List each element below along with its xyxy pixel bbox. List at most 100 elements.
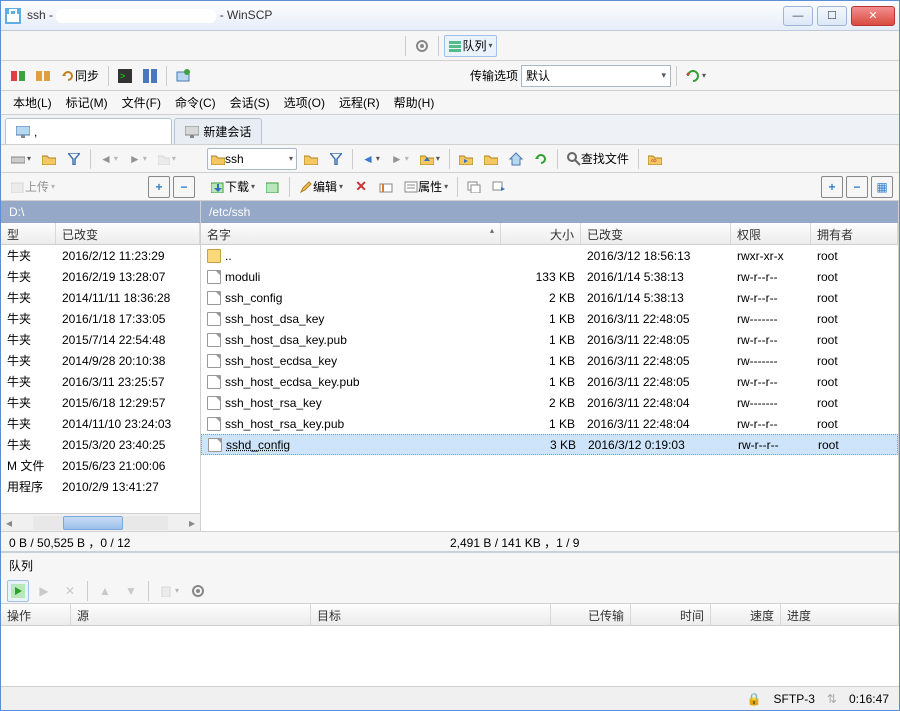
table-row[interactable]: ssh_host_ecdsa_key1 KB2016/3/11 22:48:05… xyxy=(201,350,898,371)
download-queue-icon[interactable] xyxy=(262,176,284,198)
play-icon[interactable]: ▶ xyxy=(33,580,55,602)
col-size[interactable]: 大小 xyxy=(501,223,581,244)
table-row[interactable]: ssh_host_rsa_key.pub1 KB2016/3/11 22:48:… xyxy=(201,413,898,434)
menu-options[interactable]: 选项(O) xyxy=(278,92,331,113)
minus-icon[interactable]: − xyxy=(846,176,868,198)
table-row[interactable]: 用程序2010/2/9 13:41:27 xyxy=(1,476,200,497)
queue-body[interactable] xyxy=(1,626,899,686)
find-files-button[interactable]: 查找文件 xyxy=(563,148,633,170)
filter-icon[interactable] xyxy=(63,148,85,170)
scrollbar-thumb[interactable] xyxy=(63,516,123,530)
forward-icon[interactable]: ►▾ xyxy=(125,148,151,170)
qcol-op[interactable]: 操作 xyxy=(1,604,71,625)
session-tab-active[interactable]: , xyxy=(5,118,172,144)
link-icon[interactable]: ∞ xyxy=(644,148,666,170)
table-row[interactable]: M 文件2015/6/23 21:00:06 xyxy=(1,455,200,476)
new-session-tab[interactable]: 新建会话 xyxy=(174,118,262,144)
table-row[interactable]: 牛夹2016/2/12 11:23:29 xyxy=(1,245,200,266)
qcol-time[interactable]: 时间 xyxy=(631,604,711,625)
transfer-preset-combo[interactable]: 默认 xyxy=(521,65,671,87)
open-folder-icon[interactable] xyxy=(38,148,60,170)
forward-icon[interactable]: ►▾ xyxy=(387,148,413,170)
new-session-icon[interactable] xyxy=(172,65,194,87)
parent-folder-icon[interactable]: ▾ xyxy=(416,148,444,170)
table-row[interactable]: 牛夹2014/9/28 20:10:38 xyxy=(1,350,200,371)
folder-combo[interactable]: ssh ▾ xyxy=(207,148,297,170)
col-changed[interactable]: 已改变 xyxy=(56,223,200,244)
filter-icon[interactable] xyxy=(325,148,347,170)
table-row[interactable]: sshd_config3 KB2016/3/12 0:19:03rw-r--r-… xyxy=(201,434,898,455)
col-changed[interactable]: 已改变 xyxy=(581,223,731,244)
col-rights[interactable]: 权限 xyxy=(731,223,811,244)
menu-commands[interactable]: 命令(C) xyxy=(169,92,222,113)
table-row[interactable]: 牛夹2015/6/18 12:29:57 xyxy=(1,392,200,413)
rename-icon[interactable] xyxy=(375,176,397,198)
menu-help[interactable]: 帮助(H) xyxy=(388,92,441,113)
table-row[interactable]: 牛夹2014/11/11 18:36:28 xyxy=(1,287,200,308)
select-all-icon[interactable]: ▦ xyxy=(871,176,893,198)
bookmark-folder-icon[interactable] xyxy=(480,148,502,170)
gear-icon[interactable] xyxy=(187,580,209,602)
table-row[interactable]: moduli133 KB2016/1/14 5:38:13rw-r--r--ro… xyxy=(201,266,898,287)
close-button[interactable]: ✕ xyxy=(851,6,895,26)
table-row[interactable]: 牛夹2016/1/18 17:33:05 xyxy=(1,308,200,329)
menu-files[interactable]: 文件(F) xyxy=(116,92,167,113)
plus-icon[interactable]: + xyxy=(821,176,843,198)
queue-go-icon[interactable] xyxy=(7,580,29,602)
table-row[interactable]: ssh_host_rsa_key2 KB2016/3/11 22:48:04rw… xyxy=(201,392,898,413)
col-name[interactable]: 名字 xyxy=(201,223,501,244)
move-icon[interactable] xyxy=(488,176,510,198)
qcol-transferred[interactable]: 已传输 xyxy=(551,604,631,625)
queue-delete-icon[interactable]: ▾ xyxy=(155,580,183,602)
back-icon[interactable]: ◄▾ xyxy=(358,148,384,170)
minus-icon[interactable]: − xyxy=(173,176,195,198)
copy-icon[interactable] xyxy=(463,176,485,198)
commander-icon[interactable] xyxy=(139,65,161,87)
table-row[interactable]: 牛夹2014/11/10 23:24:03 xyxy=(1,413,200,434)
move-up-icon[interactable]: ▲ xyxy=(94,580,116,602)
sync-button[interactable]: 同步 xyxy=(57,65,103,87)
qcol-source[interactable]: 源 xyxy=(71,604,311,625)
back-icon[interactable]: ◄▾ xyxy=(96,148,122,170)
table-row[interactable]: 牛夹2016/2/19 13:28:07 xyxy=(1,266,200,287)
cancel-icon[interactable]: ✕ xyxy=(59,580,81,602)
compare-icon[interactable] xyxy=(7,65,29,87)
open-folder-icon[interactable] xyxy=(300,148,322,170)
remote-file-list[interactable]: ..2016/3/12 18:56:13rwxr-xr-xrootmoduli1… xyxy=(201,245,898,531)
table-row[interactable]: 牛夹2015/3/20 23:40:25 xyxy=(1,434,200,455)
up-icon[interactable]: ▾ xyxy=(154,148,180,170)
table-row[interactable]: ssh_host_ecdsa_key.pub1 KB2016/3/11 22:4… xyxy=(201,371,898,392)
table-row[interactable]: 牛夹2016/3/11 23:25:57 xyxy=(1,371,200,392)
qcol-target[interactable]: 目标 xyxy=(311,604,551,625)
maximize-button[interactable]: ☐ xyxy=(817,6,847,26)
menu-remote[interactable]: 远程(R) xyxy=(333,92,386,113)
reload-icon[interactable] xyxy=(530,148,552,170)
sync-browse-icon[interactable] xyxy=(32,65,54,87)
plus-icon[interactable]: + xyxy=(148,176,170,198)
properties-button[interactable]: 属性▾ xyxy=(400,176,452,198)
table-row[interactable]: 牛夹2015/7/14 22:54:48 xyxy=(1,329,200,350)
local-file-list[interactable]: 牛夹2016/2/12 11:23:29牛夹2016/2/19 13:28:07… xyxy=(1,245,200,513)
home-icon[interactable] xyxy=(505,148,527,170)
goto-folder-icon[interactable] xyxy=(455,148,477,170)
minimize-button[interactable]: — xyxy=(783,6,813,26)
drive-icon[interactable]: ▾ xyxy=(7,148,35,170)
menu-local[interactable]: 本地(L) xyxy=(7,92,58,113)
table-row[interactable]: ..2016/3/12 18:56:13rwxr-xr-xroot xyxy=(201,245,898,266)
move-down-icon[interactable]: ▼ xyxy=(120,580,142,602)
col-owner[interactable]: 拥有者 xyxy=(811,223,898,244)
menu-mark[interactable]: 标记(M) xyxy=(60,92,114,113)
qcol-speed[interactable]: 速度 xyxy=(711,604,781,625)
delete-icon[interactable]: ✕ xyxy=(350,176,372,198)
col-type[interactable]: 型 xyxy=(1,223,56,244)
table-row[interactable]: ssh_host_dsa_key.pub1 KB2016/3/11 22:48:… xyxy=(201,329,898,350)
queue-button[interactable]: 队列 ▾ xyxy=(444,35,496,57)
qcol-progress[interactable]: 进度 xyxy=(781,604,899,625)
console-icon[interactable]: > xyxy=(114,65,136,87)
refresh-icon[interactable]: ▾ xyxy=(682,65,710,87)
table-row[interactable]: ssh_host_dsa_key1 KB2016/3/11 22:48:05rw… xyxy=(201,308,898,329)
upload-button[interactable]: 上传▾ xyxy=(7,176,59,198)
download-button[interactable]: 下载▾ xyxy=(207,176,259,198)
options-icon[interactable] xyxy=(411,35,433,57)
table-row[interactable]: ssh_config2 KB2016/1/14 5:38:13rw-r--r--… xyxy=(201,287,898,308)
